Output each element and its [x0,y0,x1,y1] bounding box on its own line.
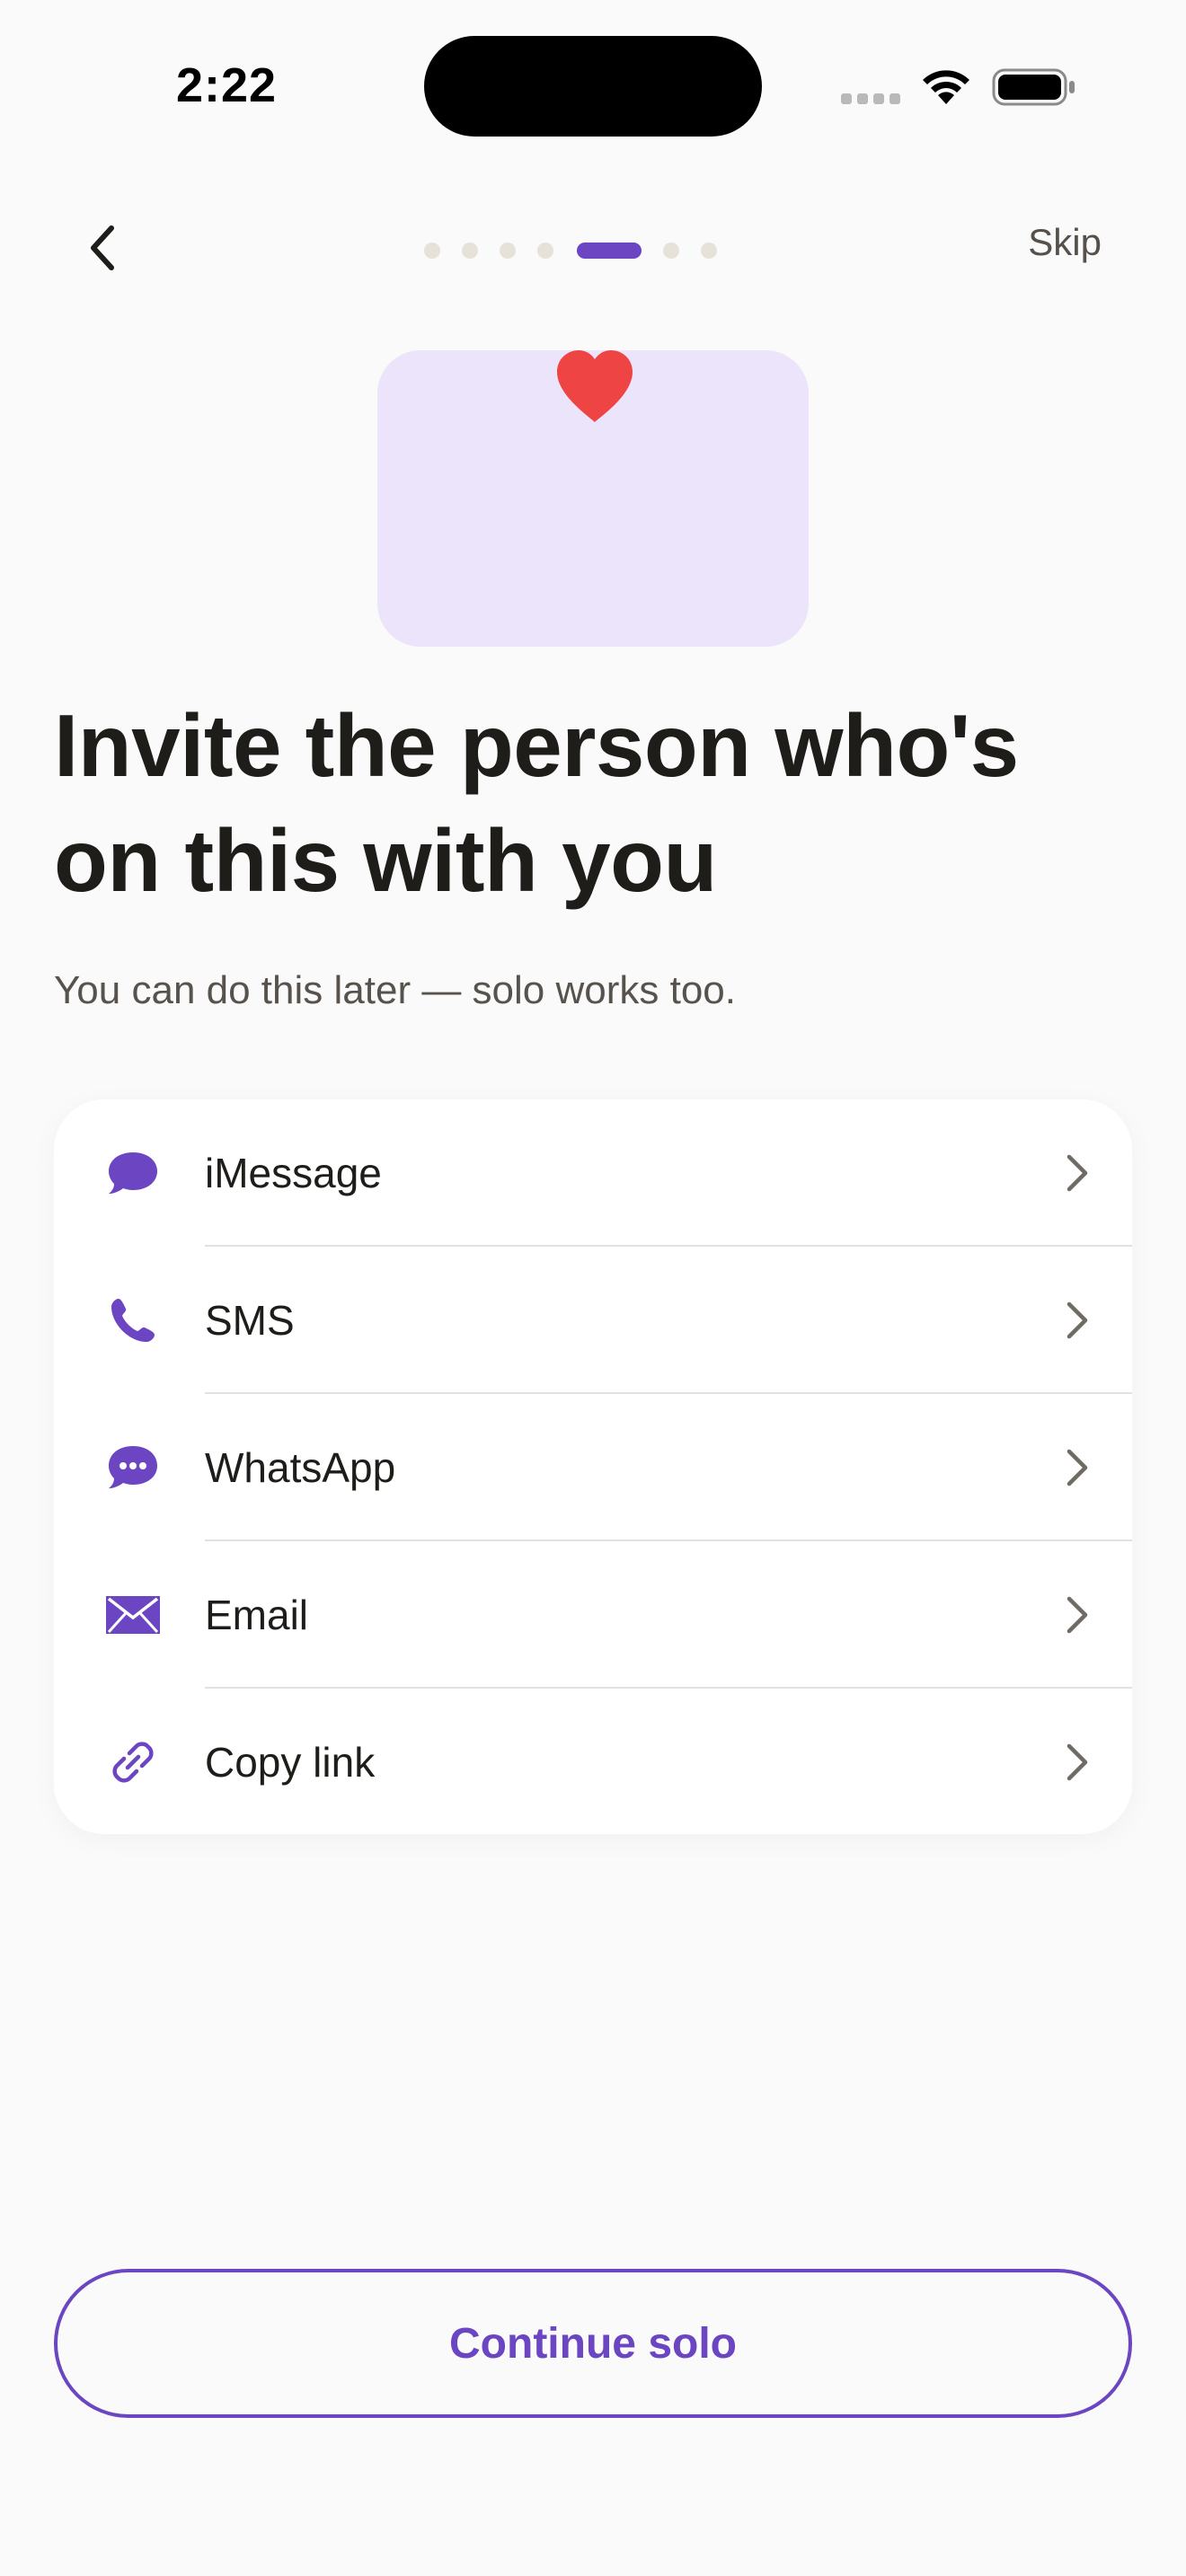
envelope-icon [104,1588,162,1642]
chevron-right-icon [1067,1154,1088,1192]
chevron-right-icon [1067,1449,1088,1486]
phone-icon [104,1293,162,1347]
status-time: 2:22 [176,58,278,112]
chat-dots-icon [104,1441,162,1495]
share-option-whatsapp[interactable]: WhatsApp [54,1394,1132,1541]
share-option-imessage[interactable]: iMessage [54,1099,1132,1247]
dynamic-island [424,36,762,137]
skip-button[interactable]: Skip [1028,221,1102,264]
progress-dot [462,243,478,259]
progress-indicator [424,239,721,259]
message-bubble-icon [104,1146,162,1200]
page-title-line-1: Invite the person who's [54,696,1019,795]
page-subtitle: You can do this later — solo works too. [54,968,736,1012]
progress-dot [701,243,717,259]
chevron-right-icon [1067,1301,1088,1339]
wifi-icon [923,70,969,104]
link-icon [104,1735,162,1789]
chevron-right-icon [1067,1596,1088,1634]
share-option-label: iMessage [205,1150,382,1196]
share-option-sms[interactable]: SMS [54,1247,1132,1394]
chevron-left-icon [91,225,114,270]
share-options-card: iMessage SMS WhatsApp Email Copy link [54,1099,1132,1834]
chevron-right-icon [1067,1743,1088,1781]
progress-dot [424,243,440,259]
battery-icon [992,68,1075,106]
cellular-signal-icon [841,93,902,106]
page-title: Invite the person who's on this with you [54,688,1132,918]
invite-illustration [377,350,809,647]
continue-solo-button[interactable]: Continue solo [54,2269,1132,2418]
status-bar: 2:22 [0,0,1186,171]
heart-icon [557,350,633,422]
share-option-label: Copy link [205,1739,376,1786]
back-button[interactable] [75,214,129,282]
progress-dot-active [577,243,642,259]
share-option-copy-link[interactable]: Copy link [54,1689,1132,1834]
share-option-label: SMS [205,1297,295,1344]
share-option-email[interactable]: Email [54,1541,1132,1689]
share-option-label: Email [205,1592,309,1638]
progress-dot [500,243,516,259]
progress-dot [663,243,679,259]
progress-dot [537,243,553,259]
share-option-label: WhatsApp [205,1444,396,1491]
page-title-line-2: on this with you [54,811,717,910]
